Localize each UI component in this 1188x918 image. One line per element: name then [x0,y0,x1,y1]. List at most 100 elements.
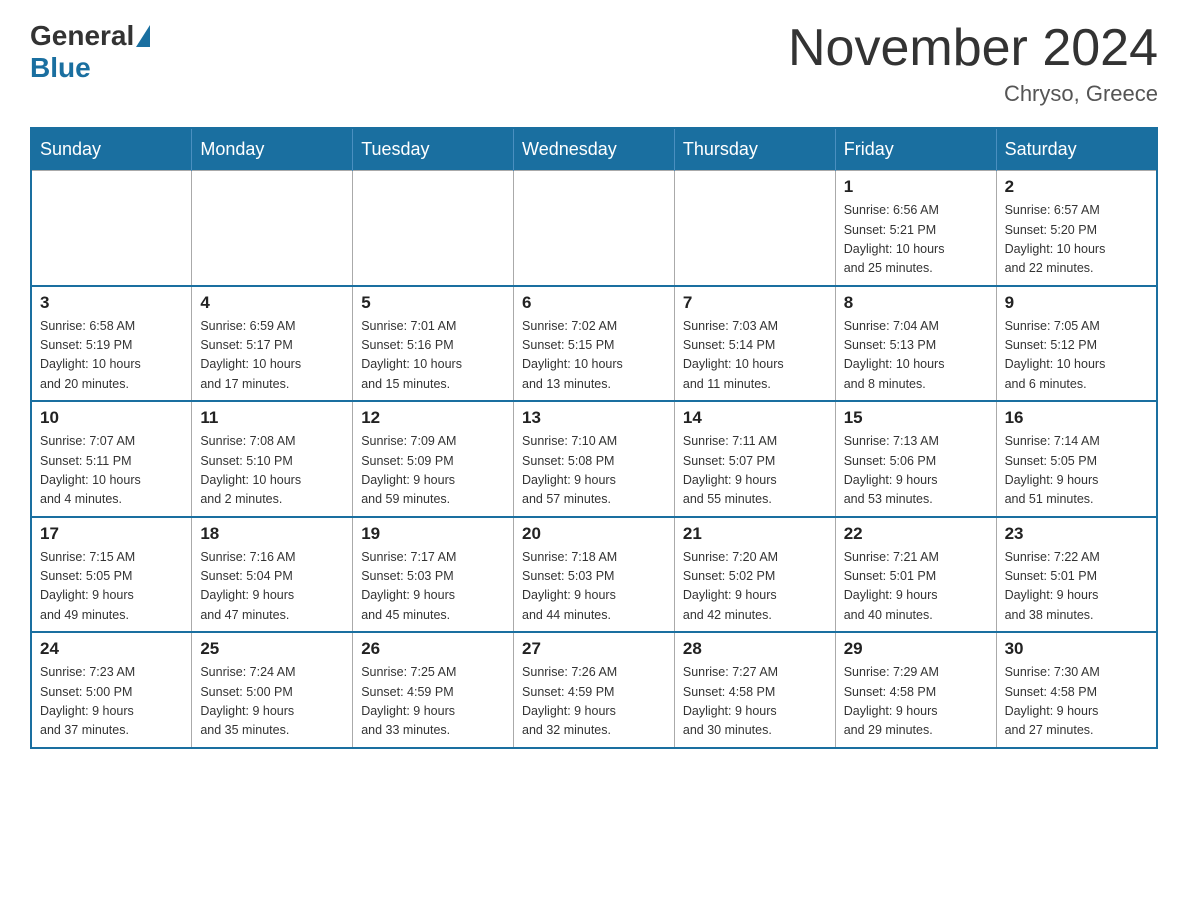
day-cell: 8 Sunrise: 7:04 AM Sunset: 5:13 PM Daylig… [835,286,996,402]
day-cell: 7 Sunrise: 7:03 AM Sunset: 5:14 PM Daylig… [674,286,835,402]
day-cell: 22 Sunrise: 7:21 AM Sunset: 5:01 PM Dayli… [835,517,996,633]
col-header-wednesday: Wednesday [514,128,675,171]
col-header-monday: Monday [192,128,353,171]
day-info: Sunrise: 7:07 AM Sunset: 5:11 PM Dayligh… [40,432,183,510]
day-cell: 24Sunrise: 7:23 AM Sunset: 5:00 PM Dayli… [31,632,192,748]
day-cell: 30 Sunrise: 7:30 AM Sunset: 4:58 PM Dayli… [996,632,1157,748]
day-info: Sunrise: 7:10 AM Sunset: 5:08 PM Dayligh… [522,432,666,510]
day-info: Sunrise: 7:26 AM Sunset: 4:59 PM Dayligh… [522,663,666,741]
page-header: General Blue November 2024 Chryso, Greec… [30,20,1158,107]
day-info: Sunrise: 7:16 AM Sunset: 5:04 PM Dayligh… [200,548,344,626]
col-header-friday: Friday [835,128,996,171]
day-number: 29 [844,639,988,659]
day-number: 11 [200,408,344,428]
logo: General Blue [30,20,152,84]
day-number: 25 [200,639,344,659]
day-info: Sunrise: 7:23 AM Sunset: 5:00 PM Dayligh… [40,663,183,741]
day-cell [353,171,514,286]
day-cell: 26 Sunrise: 7:25 AM Sunset: 4:59 PM Dayli… [353,632,514,748]
day-info: Sunrise: 7:11 AM Sunset: 5:07 PM Dayligh… [683,432,827,510]
day-info: Sunrise: 7:21 AM Sunset: 5:01 PM Dayligh… [844,548,988,626]
day-number: 9 [1005,293,1148,313]
day-number: 27 [522,639,666,659]
day-cell: 17 Sunrise: 7:15 AM Sunset: 5:05 PM Dayli… [31,517,192,633]
day-number: 14 [683,408,827,428]
day-number: 22 [844,524,988,544]
day-number: 16 [1005,408,1148,428]
day-number: 6 [522,293,666,313]
week-row-2: 3Sunrise: 6:58 AM Sunset: 5:19 PM Daylig… [31,286,1157,402]
day-cell [674,171,835,286]
calendar-header-row: SundayMondayTuesdayWednesdayThursdayFrid… [31,128,1157,171]
day-number: 12 [361,408,505,428]
day-info: Sunrise: 7:08 AM Sunset: 5:10 PM Dayligh… [200,432,344,510]
day-info: Sunrise: 7:04 AM Sunset: 5:13 PM Dayligh… [844,317,988,395]
col-header-tuesday: Tuesday [353,128,514,171]
day-info: Sunrise: 7:17 AM Sunset: 5:03 PM Dayligh… [361,548,505,626]
day-info: Sunrise: 7:30 AM Sunset: 4:58 PM Dayligh… [1005,663,1148,741]
day-number: 15 [844,408,988,428]
day-number: 26 [361,639,505,659]
day-cell: 9 Sunrise: 7:05 AM Sunset: 5:12 PM Daylig… [996,286,1157,402]
day-info: Sunrise: 7:18 AM Sunset: 5:03 PM Dayligh… [522,548,666,626]
week-row-4: 17 Sunrise: 7:15 AM Sunset: 5:05 PM Dayli… [31,517,1157,633]
day-info: Sunrise: 7:02 AM Sunset: 5:15 PM Dayligh… [522,317,666,395]
day-cell: 12 Sunrise: 7:09 AM Sunset: 5:09 PM Dayli… [353,401,514,517]
col-header-thursday: Thursday [674,128,835,171]
day-number: 21 [683,524,827,544]
col-header-saturday: Saturday [996,128,1157,171]
col-header-sunday: Sunday [31,128,192,171]
day-info: Sunrise: 6:56 AM Sunset: 5:21 PM Dayligh… [844,201,988,279]
week-row-1: 1Sunrise: 6:56 AM Sunset: 5:21 PM Daylig… [31,171,1157,286]
day-number: 19 [361,524,505,544]
day-number: 20 [522,524,666,544]
day-number: 18 [200,524,344,544]
day-info: Sunrise: 7:25 AM Sunset: 4:59 PM Dayligh… [361,663,505,741]
day-cell: 10Sunrise: 7:07 AM Sunset: 5:11 PM Dayli… [31,401,192,517]
day-info: Sunrise: 7:03 AM Sunset: 5:14 PM Dayligh… [683,317,827,395]
title-block: November 2024 Chryso, Greece [788,20,1158,107]
day-cell: 21Sunrise: 7:20 AM Sunset: 5:02 PM Dayli… [674,517,835,633]
day-cell: 28 Sunrise: 7:27 AM Sunset: 4:58 PM Dayli… [674,632,835,748]
logo-triangle-icon [136,25,150,47]
day-info: Sunrise: 7:13 AM Sunset: 5:06 PM Dayligh… [844,432,988,510]
day-number: 23 [1005,524,1148,544]
day-info: Sunrise: 7:01 AM Sunset: 5:16 PM Dayligh… [361,317,505,395]
day-cell: 13 Sunrise: 7:10 AM Sunset: 5:08 PM Dayli… [514,401,675,517]
week-row-3: 10Sunrise: 7:07 AM Sunset: 5:11 PM Dayli… [31,401,1157,517]
day-cell: 5Sunrise: 7:01 AM Sunset: 5:16 PM Daylig… [353,286,514,402]
day-number: 8 [844,293,988,313]
day-cell: 15 Sunrise: 7:13 AM Sunset: 5:06 PM Dayli… [835,401,996,517]
day-number: 28 [683,639,827,659]
day-cell: 14 Sunrise: 7:11 AM Sunset: 5:07 PM Dayli… [674,401,835,517]
day-number: 13 [522,408,666,428]
day-info: Sunrise: 7:14 AM Sunset: 5:05 PM Dayligh… [1005,432,1148,510]
day-cell: 4 Sunrise: 6:59 AM Sunset: 5:17 PM Daylig… [192,286,353,402]
day-cell: 29 Sunrise: 7:29 AM Sunset: 4:58 PM Dayli… [835,632,996,748]
day-info: Sunrise: 6:58 AM Sunset: 5:19 PM Dayligh… [40,317,183,395]
day-cell: 18 Sunrise: 7:16 AM Sunset: 5:04 PM Dayli… [192,517,353,633]
month-title: November 2024 [788,20,1158,77]
day-cell [31,171,192,286]
day-number: 30 [1005,639,1148,659]
day-info: Sunrise: 6:57 AM Sunset: 5:20 PM Dayligh… [1005,201,1148,279]
day-cell: 1Sunrise: 6:56 AM Sunset: 5:21 PM Daylig… [835,171,996,286]
day-info: Sunrise: 7:24 AM Sunset: 5:00 PM Dayligh… [200,663,344,741]
day-info: Sunrise: 7:27 AM Sunset: 4:58 PM Dayligh… [683,663,827,741]
logo-text: General [30,20,152,52]
day-number: 17 [40,524,183,544]
day-cell [514,171,675,286]
day-cell: 16 Sunrise: 7:14 AM Sunset: 5:05 PM Dayli… [996,401,1157,517]
day-number: 4 [200,293,344,313]
logo-blue-text: Blue [30,52,91,84]
day-cell: 3Sunrise: 6:58 AM Sunset: 5:19 PM Daylig… [31,286,192,402]
day-info: Sunrise: 7:15 AM Sunset: 5:05 PM Dayligh… [40,548,183,626]
day-cell: 19 Sunrise: 7:17 AM Sunset: 5:03 PM Dayli… [353,517,514,633]
day-number: 7 [683,293,827,313]
day-info: Sunrise: 7:05 AM Sunset: 5:12 PM Dayligh… [1005,317,1148,395]
day-info: Sunrise: 7:29 AM Sunset: 4:58 PM Dayligh… [844,663,988,741]
day-cell: 2Sunrise: 6:57 AM Sunset: 5:20 PM Daylig… [996,171,1157,286]
day-info: Sunrise: 6:59 AM Sunset: 5:17 PM Dayligh… [200,317,344,395]
day-cell [192,171,353,286]
day-info: Sunrise: 7:09 AM Sunset: 5:09 PM Dayligh… [361,432,505,510]
